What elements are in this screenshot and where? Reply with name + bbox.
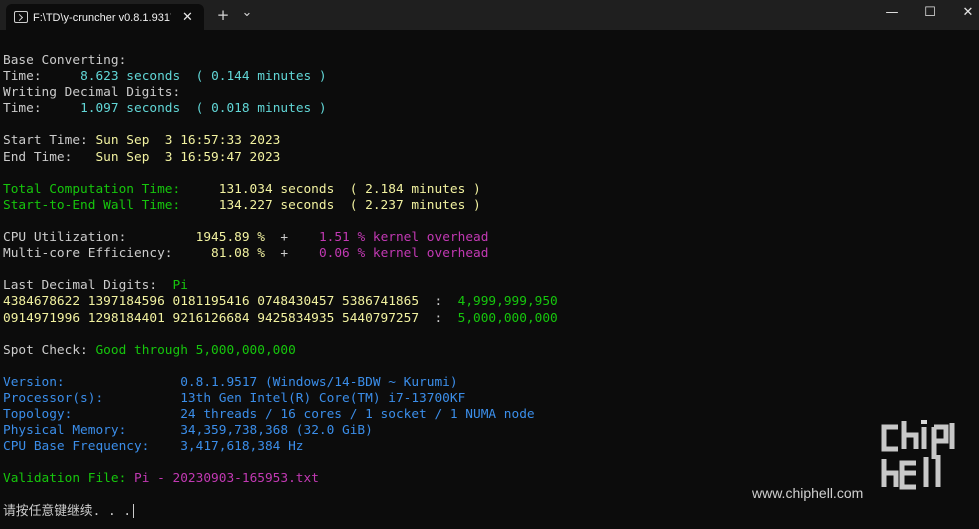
text-cursor bbox=[133, 504, 135, 519]
digits-separator: : bbox=[434, 310, 443, 326]
multicore-efficiency-value: 81.08 % bbox=[211, 246, 265, 262]
time-label: Time: bbox=[3, 101, 42, 117]
multicore-kernel-overhead: 0.06 % kernel overhead bbox=[318, 246, 489, 262]
tab-close-icon[interactable]: ✕ bbox=[182, 9, 193, 25]
multicore-efficiency-label: Multi-core Efficiency: bbox=[3, 246, 173, 262]
title-bar[interactable]: F:\TD\y-cruncher v0.8.1.9317\y-cruncher.… bbox=[0, 0, 979, 30]
plus-sign: + bbox=[280, 230, 289, 246]
base-seconds: 8.623 seconds bbox=[80, 69, 181, 85]
chiphell-logo-watermark bbox=[881, 420, 955, 490]
physical-memory-value: 34,359,738,368 (32.0 GiB) bbox=[180, 423, 373, 439]
cpu-utilization-label: CPU Utilization: bbox=[3, 230, 127, 246]
digits-position-1: 4,999,999,950 bbox=[457, 294, 558, 310]
spot-check-label: Spot Check: bbox=[3, 342, 88, 358]
cpu-frequency-label: CPU Base Frequency: bbox=[3, 439, 150, 455]
chevron-down-icon[interactable]: ⌄ bbox=[240, 3, 254, 23]
write-minutes: ( 0.018 minutes ) bbox=[195, 101, 327, 117]
total-computation-label: Total Computation Time: bbox=[3, 181, 181, 197]
writing-label: Writing Decimal Digits: bbox=[3, 85, 181, 101]
validation-file-value: Pi - 20230903-165953.txt bbox=[134, 471, 319, 487]
topology-label: Topology: bbox=[3, 407, 73, 423]
base-converting-label: Base Converting: bbox=[3, 53, 127, 68]
wall-seconds: 134.227 seconds bbox=[218, 197, 335, 213]
line-end-time: End Time: Sun Sep 3 16:59:47 2023 bbox=[3, 150, 963, 166]
line-writing-digits: Writing Decimal Digits: bbox=[3, 85, 963, 101]
base-minutes: ( 0.144 minutes ) bbox=[195, 69, 327, 85]
line-spot-check: Spot Check: Good through 5,000,000,000 bbox=[3, 343, 963, 359]
press-any-key-prompt: 请按任意键继续. . . bbox=[3, 503, 132, 519]
wall-minutes: ( 2.237 minutes ) bbox=[349, 197, 481, 213]
start-time-label: Start Time: bbox=[3, 133, 88, 149]
physical-memory-label: Physical Memory: bbox=[3, 423, 127, 439]
line-cpu-frequency: CPU Base Frequency: 3,417,618,384 Hz bbox=[3, 439, 963, 455]
digits-separator: : bbox=[434, 294, 443, 310]
cpu-kernel-overhead: 1.51 % kernel overhead bbox=[318, 230, 489, 246]
minimize-button[interactable]: — bbox=[872, 2, 912, 24]
line-last-digits: Last Decimal Digits: Pi bbox=[3, 278, 963, 294]
line-base-converting: Base Converting: bbox=[3, 53, 963, 69]
line-multicore-efficiency: Multi-core Efficiency: 81.08 % + 0.06 % … bbox=[3, 246, 963, 262]
end-time-label: End Time: bbox=[3, 149, 73, 165]
digits-row-1: 4384678622 1397184596 0181195416 0748430… bbox=[3, 294, 420, 310]
maximize-button[interactable]: ☐ bbox=[910, 2, 950, 24]
write-seconds: 1.097 seconds bbox=[80, 101, 181, 117]
total-seconds: 131.034 seconds bbox=[218, 181, 335, 197]
line-start-time: Start Time: Sun Sep 3 16:57:33 2023 bbox=[3, 133, 963, 149]
line-digits-row-2: 0914971996 1298184401 9216126684 9425834… bbox=[3, 311, 963, 327]
validation-file-label: Validation File: bbox=[3, 471, 127, 487]
line-version: Version: 0.8.1.9517 (Windows/14-BDW ~ Ku… bbox=[3, 375, 963, 391]
line-processor: Processor(s): 13th Gen Intel(R) Core(TM)… bbox=[3, 391, 963, 407]
spot-check-value: Good through 5,000,000,000 bbox=[95, 342, 296, 358]
line-cpu-utilization: CPU Utilization: 1945.89 % + 1.51 % kern… bbox=[3, 230, 963, 246]
terminal-output[interactable]: Base Converting: Time: 8.623 seconds ( 0… bbox=[3, 53, 963, 520]
digits-position-2: 5,000,000,000 bbox=[457, 310, 558, 326]
close-button[interactable]: ✕ bbox=[948, 2, 979, 24]
total-minutes: ( 2.184 minutes ) bbox=[349, 181, 481, 197]
tab-title: F:\TD\y-cruncher v0.8.1.9317\y-cruncher.… bbox=[33, 12, 171, 24]
last-digits-label: Last Decimal Digits: bbox=[3, 278, 158, 294]
line-base-time: Time: 8.623 seconds ( 0.144 minutes ) bbox=[3, 69, 963, 85]
topology-value: 24 threads / 16 cores / 1 socket / 1 NUM… bbox=[180, 407, 535, 423]
time-label: Time: bbox=[3, 69, 42, 85]
cpu-frequency-value: 3,417,618,384 Hz bbox=[180, 439, 304, 455]
scrollbar[interactable] bbox=[974, 34, 977, 524]
line-total-computation: Total Computation Time: 131.034 seconds … bbox=[3, 182, 963, 198]
new-tab-plus-icon[interactable]: + bbox=[216, 5, 230, 25]
line-physical-memory: Physical Memory: 34,359,738,368 (32.0 Gi… bbox=[3, 423, 963, 439]
processor-value: 13th Gen Intel(R) Core(TM) i7-13700KF bbox=[180, 390, 466, 406]
version-label: Version: bbox=[3, 374, 65, 390]
start-time-value: Sun Sep 3 16:57:33 2023 bbox=[95, 133, 281, 149]
tab-y-cruncher[interactable]: F:\TD\y-cruncher v0.8.1.9317\y-cruncher.… bbox=[6, 4, 204, 30]
watermark-url: www.chiphell.com bbox=[752, 485, 864, 501]
processor-label: Processor(s): bbox=[3, 390, 104, 406]
line-prompt[interactable]: 请按任意键继续. . . bbox=[3, 504, 963, 520]
last-digits-constant: Pi bbox=[172, 278, 188, 294]
line-topology: Topology: 24 threads / 16 cores / 1 sock… bbox=[3, 407, 963, 423]
line-write-time: Time: 1.097 seconds ( 0.018 minutes ) bbox=[3, 101, 963, 117]
line-wall-time: Start-to-End Wall Time: 134.227 seconds … bbox=[3, 198, 963, 214]
wall-time-label: Start-to-End Wall Time: bbox=[3, 197, 181, 213]
terminal-icon bbox=[14, 11, 28, 23]
digits-row-2: 0914971996 1298184401 9216126684 9425834… bbox=[3, 310, 420, 326]
line-digits-row-1: 4384678622 1397184596 0181195416 0748430… bbox=[3, 294, 963, 310]
plus-sign: + bbox=[280, 246, 289, 262]
end-time-value: Sun Sep 3 16:59:47 2023 bbox=[95, 149, 281, 165]
cpu-utilization-value: 1945.89 % bbox=[195, 230, 265, 246]
version-value: 0.8.1.9517 (Windows/14-BDW ~ Kurumi) bbox=[180, 374, 458, 390]
